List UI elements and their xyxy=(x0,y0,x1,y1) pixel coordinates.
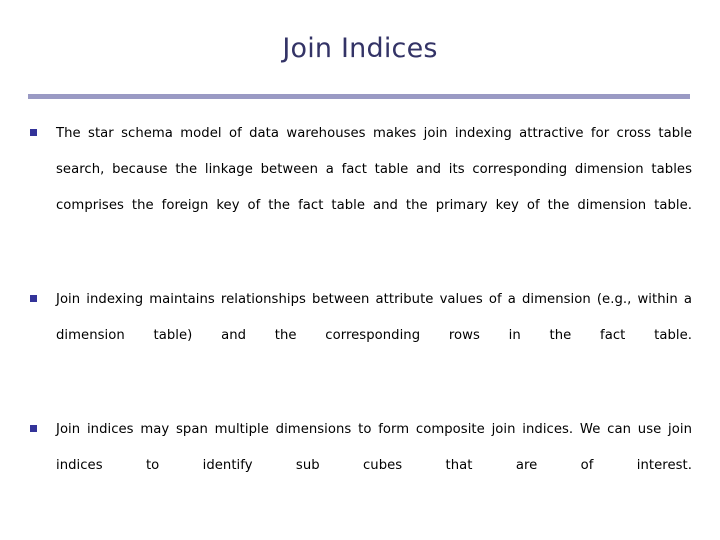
square-bullet-icon xyxy=(30,295,37,302)
square-bullet-icon xyxy=(30,129,37,136)
list-item: Join indices may span multiple dimension… xyxy=(28,412,692,520)
bullet-text: Join indices may span multiple dimension… xyxy=(56,422,692,473)
list-item: The star schema model of data warehouses… xyxy=(28,116,692,260)
bullet-text: The star schema model of data warehouses… xyxy=(56,126,692,213)
page-title: Join Indices xyxy=(282,33,438,64)
slide: Join Indices The star schema model of da… xyxy=(0,0,720,540)
list-item: Join indexing maintains relationships be… xyxy=(28,282,692,390)
title-divider xyxy=(28,94,690,99)
bullet-list: The star schema model of data warehouses… xyxy=(28,116,692,520)
bullet-text: Join indexing maintains relationships be… xyxy=(56,292,692,343)
square-bullet-icon xyxy=(30,425,37,432)
